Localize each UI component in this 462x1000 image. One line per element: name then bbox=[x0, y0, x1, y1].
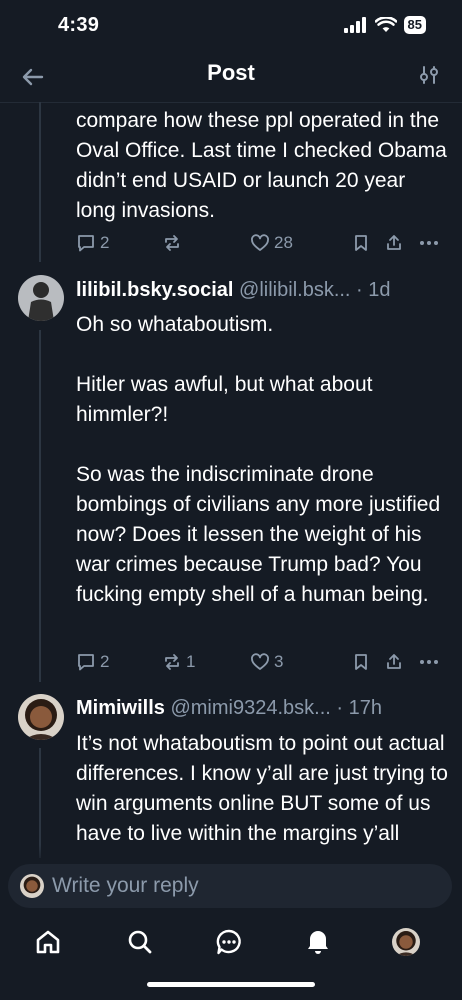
post-body: Oh so whataboutism. Hitler was awful, bu… bbox=[76, 313, 441, 606]
like-count: 3 bbox=[274, 652, 284, 671]
chat-icon bbox=[216, 929, 241, 955]
bookmark-button[interactable] bbox=[352, 233, 370, 253]
post-actions: 2 1 3 bbox=[76, 652, 446, 678]
share-button[interactable] bbox=[384, 233, 404, 253]
post-body: compare how these ppl operated in the Ov… bbox=[76, 109, 453, 222]
post-body: It’s not whataboutism to point out actua… bbox=[76, 732, 454, 845]
more-icon bbox=[420, 660, 438, 664]
post-age: · 1d bbox=[356, 279, 391, 301]
like-button[interactable]: 3 bbox=[250, 652, 283, 672]
post-actions: 2 28 bbox=[76, 233, 446, 259]
bookmark-icon bbox=[355, 235, 367, 251]
bookmark-icon bbox=[355, 654, 367, 670]
battery-indicator: 85 bbox=[403, 16, 426, 34]
heart-icon bbox=[251, 653, 269, 670]
share-icon bbox=[387, 654, 401, 669]
reply-count: 2 bbox=[100, 233, 110, 252]
avatar-image bbox=[18, 275, 64, 321]
thread-line bbox=[39, 748, 41, 858]
repost-button[interactable]: 1 bbox=[162, 652, 195, 672]
share-icon bbox=[387, 235, 401, 250]
tab-notifications[interactable] bbox=[302, 926, 334, 958]
top-nav: Post bbox=[0, 56, 462, 103]
signal-icon bbox=[343, 17, 366, 33]
thread-line bbox=[39, 330, 41, 682]
tab-search[interactable] bbox=[124, 926, 156, 958]
home-icon bbox=[36, 930, 60, 954]
home-indicator bbox=[147, 982, 315, 987]
post-header: Mimiwills @mimi9324.bsk... · 17h bbox=[76, 695, 452, 721]
status-time: 4:39 bbox=[58, 14, 100, 36]
display-name[interactable]: lilibil.bsky.social bbox=[76, 279, 233, 301]
user-handle[interactable]: @mimi9324.bsk... bbox=[170, 697, 330, 719]
status-bar: 4:39 85 bbox=[0, 0, 462, 56]
repost-count: 1 bbox=[186, 652, 196, 671]
wifi-icon bbox=[374, 17, 397, 32]
sliders-icon[interactable] bbox=[418, 64, 440, 86]
search-icon bbox=[128, 930, 152, 954]
avatar[interactable] bbox=[18, 275, 64, 321]
reply-placeholder: Write your reply bbox=[52, 874, 199, 897]
tab-profile[interactable] bbox=[390, 926, 422, 958]
post-header: lilibil.bsky.social @lilibil.bsk... · 1d bbox=[76, 277, 452, 303]
share-button[interactable] bbox=[384, 652, 404, 672]
bell-icon bbox=[308, 931, 328, 954]
bottom-tab-bar bbox=[0, 914, 462, 970]
profile-avatar bbox=[392, 928, 420, 956]
reply-input[interactable]: Write your reply bbox=[8, 864, 452, 908]
reply-button[interactable]: 2 bbox=[76, 652, 109, 672]
tab-chat[interactable] bbox=[213, 926, 245, 958]
composer-avatar bbox=[20, 874, 44, 898]
repost-icon bbox=[165, 235, 179, 251]
post-age: · 17h bbox=[336, 697, 382, 719]
heart-icon bbox=[251, 234, 269, 251]
bookmark-button[interactable] bbox=[352, 652, 370, 672]
user-handle[interactable]: @lilibil.bsk... bbox=[239, 279, 350, 301]
repost-button[interactable] bbox=[162, 233, 186, 253]
more-button[interactable] bbox=[418, 233, 440, 253]
more-button[interactable] bbox=[418, 652, 440, 672]
comment-icon bbox=[78, 235, 94, 252]
like-count: 28 bbox=[274, 233, 293, 252]
reply-composer: Write your reply bbox=[0, 858, 462, 914]
reply-button[interactable]: 2 bbox=[76, 233, 109, 253]
avatar-image bbox=[20, 874, 44, 898]
like-button[interactable]: 28 bbox=[250, 233, 293, 253]
avatar[interactable] bbox=[18, 694, 64, 740]
more-icon bbox=[420, 241, 438, 245]
thread-line bbox=[39, 102, 41, 262]
page-title: Post bbox=[207, 60, 255, 85]
display-name[interactable]: Mimiwills bbox=[76, 697, 165, 719]
repost-icon bbox=[165, 654, 179, 670]
reply-count: 2 bbox=[100, 652, 110, 671]
avatar-image bbox=[18, 694, 64, 740]
tab-home[interactable] bbox=[32, 926, 64, 958]
comment-icon bbox=[78, 654, 94, 671]
